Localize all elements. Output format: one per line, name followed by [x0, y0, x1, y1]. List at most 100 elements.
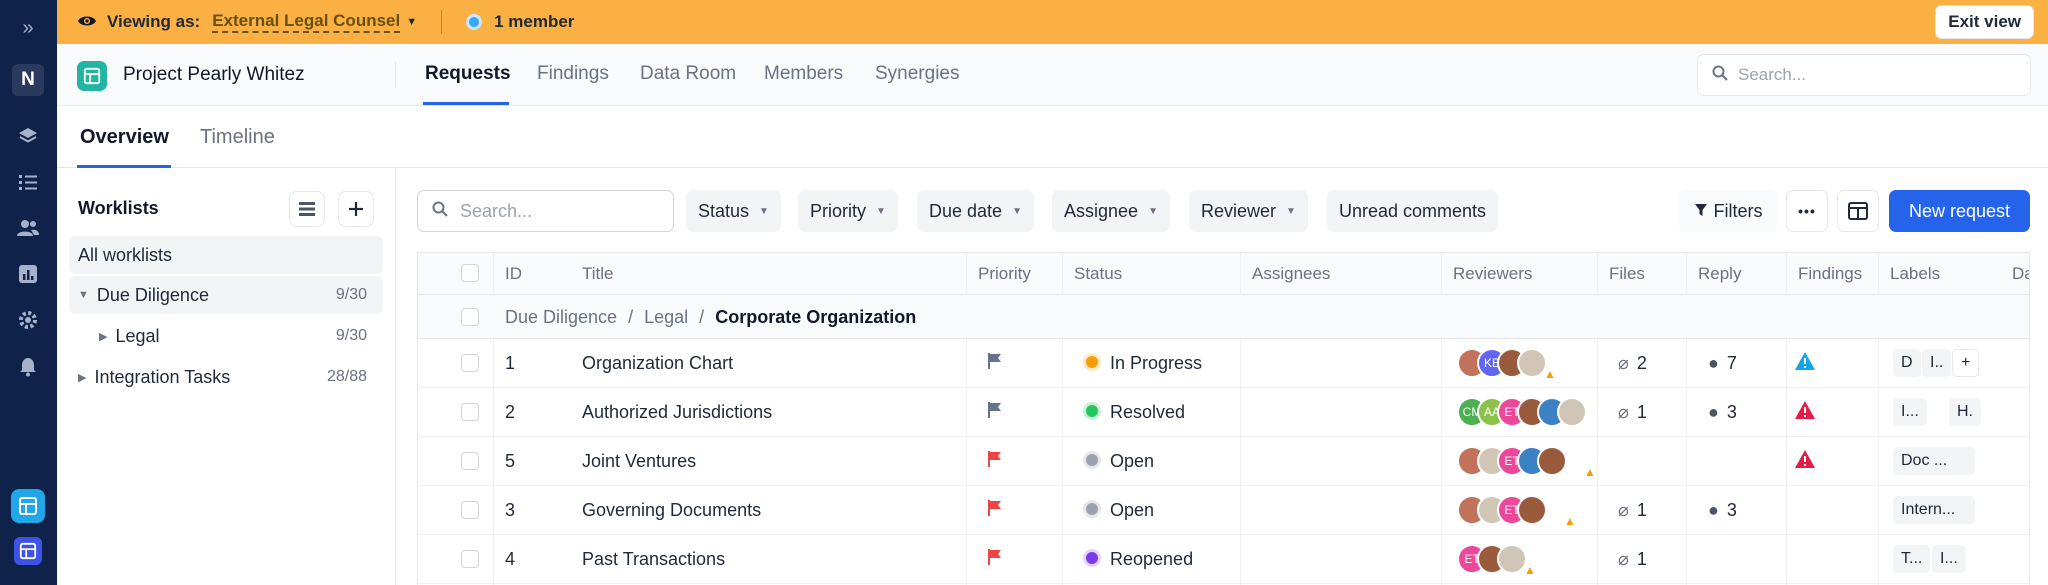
- reviewer-avatars[interactable]: KB: [1457, 348, 1547, 378]
- col-status[interactable]: Status: [1074, 264, 1122, 284]
- unread-comments-filter[interactable]: Unread comments: [1327, 190, 1499, 232]
- priority-flag-icon[interactable]: [987, 548, 1003, 571]
- row-checkbox[interactable]: [461, 452, 479, 470]
- tab-overview[interactable]: Overview: [80, 126, 169, 149]
- reply-cell[interactable]: ● 7: [1708, 353, 1737, 374]
- table-row[interactable]: 1 Organization Chart In Progress KB ▲ ⌀ 2…: [418, 339, 2029, 388]
- table-row[interactable]: 5 Joint Ventures Open ET ▲ Doc ...: [418, 437, 2029, 486]
- files-cell[interactable]: ⌀ 1: [1618, 549, 1647, 570]
- reviewer-avatars[interactable]: ET: [1457, 446, 1567, 476]
- more-options-button[interactable]: •••: [1786, 190, 1828, 232]
- chevron-down-icon[interactable]: ▼: [406, 16, 417, 28]
- label-chip[interactable]: H.: [1949, 398, 1981, 426]
- sidebar-item-integration-tasks[interactable]: ▶ Integration Tasks 28/88: [69, 358, 383, 396]
- assignee-filter[interactable]: Assignee ▼: [1052, 190, 1170, 232]
- files-cell[interactable]: ⌀ 2: [1618, 353, 1647, 374]
- expand-icon[interactable]: »: [12, 12, 44, 44]
- row-checkbox[interactable]: [461, 501, 479, 519]
- worklist-settings-button[interactable]: [289, 191, 325, 227]
- col-reply[interactable]: Reply: [1698, 264, 1741, 284]
- row-title[interactable]: Authorized Jurisdictions: [582, 402, 772, 423]
- col-files[interactable]: Files: [1609, 264, 1645, 284]
- priority-flag-icon[interactable]: [987, 499, 1003, 522]
- label-chip[interactable]: Doc ...: [1893, 447, 1975, 475]
- row-checkbox[interactable]: [461, 403, 479, 421]
- label-chip[interactable]: D: [1893, 349, 1921, 377]
- priority-flag-icon[interactable]: [987, 401, 1003, 424]
- users-icon[interactable]: [12, 212, 44, 244]
- tab-synergies[interactable]: Synergies: [875, 63, 960, 85]
- priority-filter[interactable]: Priority ▼: [798, 190, 898, 232]
- tab-requests[interactable]: Requests: [425, 63, 511, 85]
- app-icon[interactable]: [11, 489, 45, 523]
- col-findings[interactable]: Findings: [1798, 264, 1862, 284]
- priority-flag-icon[interactable]: [987, 450, 1003, 473]
- gear-icon[interactable]: [12, 304, 44, 336]
- label-chip[interactable]: I...: [1932, 545, 1966, 573]
- status-filter[interactable]: Status ▼: [686, 190, 781, 232]
- sidebar-item-due-diligence[interactable]: ▼ Due Diligence 9/30: [69, 276, 383, 314]
- priority-flag-icon[interactable]: [987, 352, 1003, 375]
- project-name[interactable]: Project Pearly Whitez: [123, 64, 305, 86]
- global-search-input[interactable]: Search...: [1697, 54, 2031, 96]
- add-worklist-button[interactable]: [338, 191, 374, 227]
- group-row[interactable]: Due Diligence / Legal / Corporate Organi…: [418, 295, 2029, 339]
- table-row[interactable]: 4 Past Transactions Reopened ET ▲ ⌀ 1 T..…: [418, 535, 2029, 584]
- caret-down-icon[interactable]: ▼: [78, 289, 89, 301]
- reviewer-avatars[interactable]: ET: [1457, 495, 1547, 525]
- finding-info-icon[interactable]: [1794, 351, 1816, 377]
- row-checkbox[interactable]: [461, 550, 479, 568]
- status-cell[interactable]: Open: [1086, 500, 1154, 521]
- files-cell[interactable]: ⌀ 1: [1618, 402, 1647, 423]
- finding-alert-icon[interactable]: [1794, 449, 1816, 475]
- exit-view-button[interactable]: Exit view: [1935, 5, 2034, 39]
- status-cell[interactable]: Open: [1086, 451, 1154, 472]
- row-title[interactable]: Organization Chart: [582, 353, 733, 374]
- col-reviewers[interactable]: Reviewers: [1453, 264, 1532, 284]
- group-checkbox[interactable]: [461, 308, 479, 326]
- label-chip[interactable]: I...: [1893, 398, 1927, 426]
- finding-alert-icon[interactable]: [1794, 400, 1816, 426]
- tab-findings[interactable]: Findings: [537, 63, 609, 85]
- tab-timeline[interactable]: Timeline: [200, 126, 275, 149]
- row-title[interactable]: Joint Ventures: [582, 451, 696, 472]
- sidebar-item-legal[interactable]: ▶ Legal 9/30: [69, 317, 383, 355]
- col-due-date[interactable]: Da: [2012, 264, 2029, 284]
- row-title[interactable]: Past Transactions: [582, 549, 725, 570]
- reply-cell[interactable]: ● 3: [1708, 402, 1737, 423]
- col-priority[interactable]: Priority: [978, 264, 1031, 284]
- tab-data-room[interactable]: Data Room: [640, 63, 736, 85]
- status-cell[interactable]: Resolved: [1086, 402, 1185, 423]
- col-title[interactable]: Title: [582, 264, 614, 284]
- select-all-checkbox[interactable]: [461, 264, 479, 282]
- tab-members[interactable]: Members: [764, 63, 843, 85]
- member-count[interactable]: 1 member: [494, 12, 574, 32]
- caret-right-icon[interactable]: ▶: [99, 330, 107, 343]
- layout-toggle-button[interactable]: [1837, 190, 1879, 232]
- reviewer-avatars[interactable]: CM AA ET: [1457, 397, 1587, 427]
- breadcrumb-item[interactable]: Due Diligence: [505, 307, 617, 327]
- row-title[interactable]: Governing Documents: [582, 500, 761, 521]
- status-cell[interactable]: In Progress: [1086, 353, 1202, 374]
- reviewer-avatars[interactable]: ET: [1457, 544, 1527, 574]
- label-chip[interactable]: Intern...: [1893, 496, 1975, 524]
- list-icon[interactable]: [12, 166, 44, 198]
- layers-icon[interactable]: [12, 120, 44, 152]
- col-assignees[interactable]: Assignees: [1252, 264, 1330, 284]
- due-date-filter[interactable]: Due date ▼: [917, 190, 1034, 232]
- add-label-button[interactable]: +: [1952, 349, 1980, 377]
- workspace-avatar[interactable]: N: [12, 64, 44, 96]
- label-chip[interactable]: I..: [1922, 349, 1952, 377]
- table-row[interactable]: 2 Authorized Jurisdictions Resolved CM A…: [418, 388, 2029, 437]
- new-request-button[interactable]: New request: [1889, 190, 2030, 232]
- filters-button[interactable]: Filters: [1679, 190, 1777, 232]
- caret-right-icon[interactable]: ▶: [78, 371, 86, 384]
- label-chip[interactable]: T...: [1893, 545, 1931, 573]
- request-search-input[interactable]: Search...: [417, 190, 674, 232]
- app-icon-2[interactable]: [14, 537, 42, 565]
- sidebar-item-all-worklists[interactable]: All worklists: [69, 236, 383, 274]
- breadcrumb-item[interactable]: Legal: [644, 307, 688, 327]
- table-row[interactable]: 3 Governing Documents Open ET ▲ ⌀ 1 ● 3 In…: [418, 486, 2029, 535]
- viewing-as-role-dropdown[interactable]: External Legal Counsel: [212, 11, 401, 33]
- reviewer-filter[interactable]: Reviewer ▼: [1189, 190, 1308, 232]
